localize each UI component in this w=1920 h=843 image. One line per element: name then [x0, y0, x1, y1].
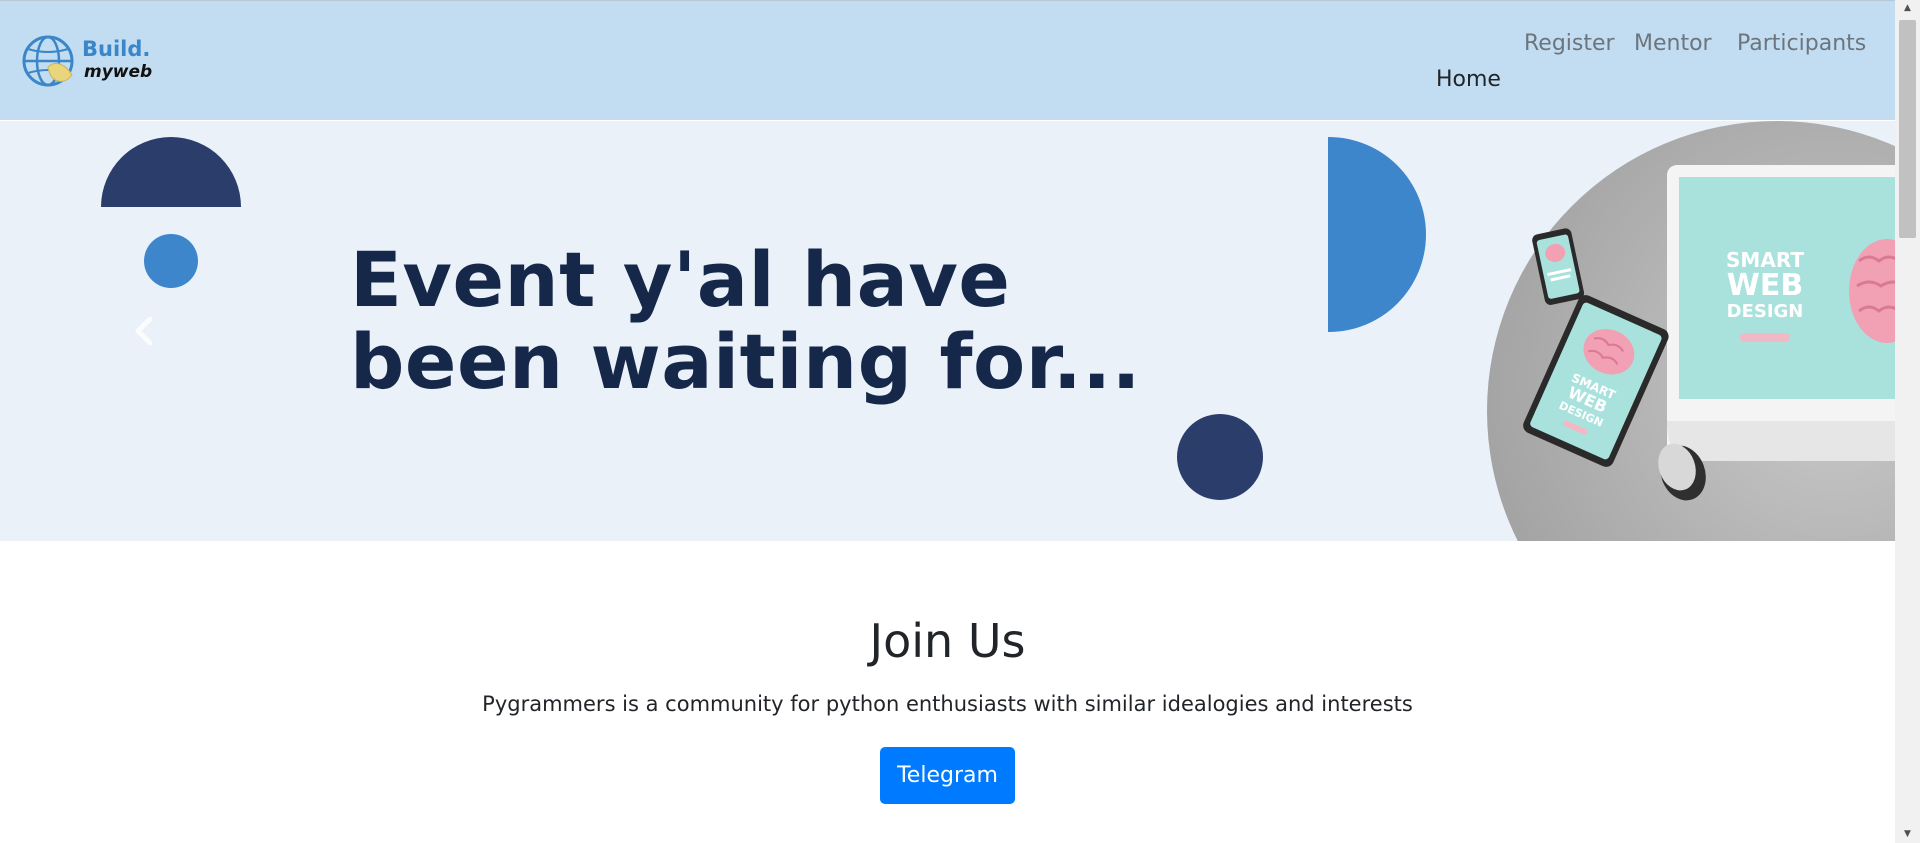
hero-carousel: Event y'al have been waiting for... SMAR…: [0, 121, 1895, 541]
svg-text:WEB: WEB: [1727, 268, 1803, 303]
brand-name-top: Build.: [82, 37, 151, 61]
telegram-button[interactable]: Telegram: [880, 747, 1015, 804]
brand-name-bottom: myweb: [84, 62, 153, 82]
svg-text:DESIGN: DESIGN: [1727, 301, 1804, 322]
hero-title: Event y'al have been waiting for...: [350, 235, 1141, 406]
join-title: Join Us: [869, 614, 1026, 668]
globe-hand-icon: [22, 35, 74, 87]
nav-mentor[interactable]: Mentor: [1634, 31, 1712, 56]
decor-dot-navy: [1177, 414, 1263, 500]
navbar: Build. myweb Register Mentor Participant…: [0, 0, 1895, 120]
scroll-up-arrow-icon[interactable]: ▲: [1895, 0, 1920, 17]
decor-dot-blue: [144, 234, 198, 288]
nav-register[interactable]: Register: [1524, 31, 1615, 56]
brand-logo[interactable]: Build. myweb: [22, 33, 162, 91]
hero-devices-image: SMART WEB DESIGN SMART WEB DESIGN: [1487, 121, 1895, 541]
scroll-thumb[interactable]: [1899, 20, 1916, 238]
nav-participants[interactable]: Participants: [1737, 31, 1866, 56]
scroll-down-arrow-icon[interactable]: ▼: [1895, 826, 1920, 843]
decor-half-circle-right: [1328, 137, 1426, 332]
nav-home[interactable]: Home: [1436, 67, 1501, 92]
decor-half-circle-top: [101, 137, 241, 207]
vertical-scrollbar[interactable]: ▲ ▼: [1895, 0, 1920, 843]
join-description: Pygrammers is a community for python ent…: [482, 692, 1413, 716]
chevron-left-icon[interactable]: [128, 311, 160, 351]
